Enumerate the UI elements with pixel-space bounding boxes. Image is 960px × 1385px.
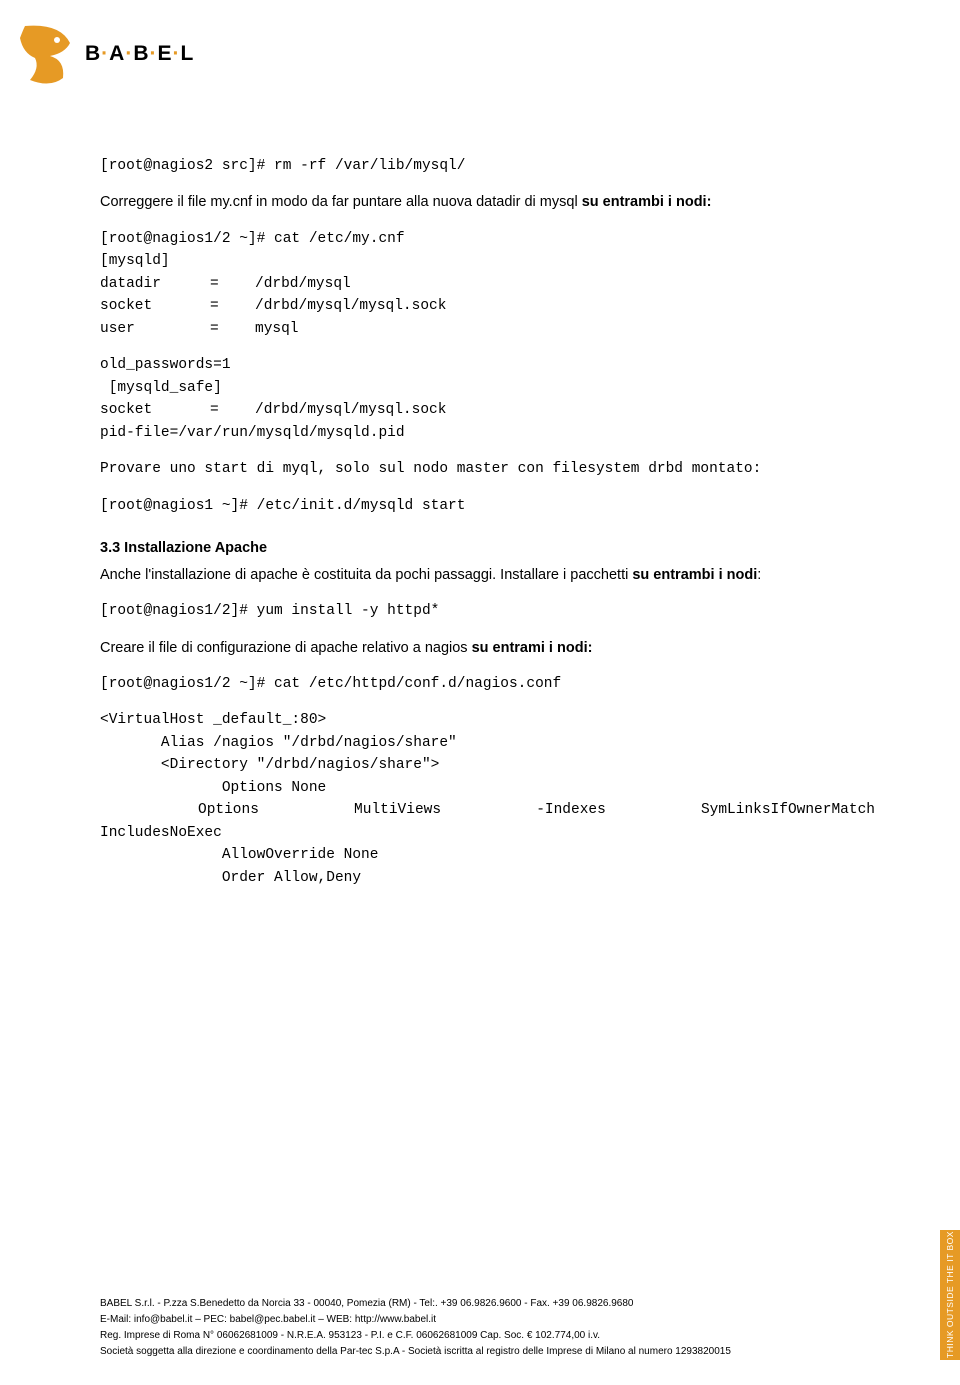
code-line-justified: Options MultiViews -Indexes SymLinksIfOw… [100,799,875,821]
code-line: IncludesNoExec [100,822,875,844]
section-heading: 3.3 Installazione Apache [100,537,875,559]
code-line: [root@nagios1/2 ~]# cat /etc/httpd/conf.… [100,673,875,695]
code-line: old_passwords=1 [100,354,875,376]
paragraph-mono: Provare uno start di myql, solo sul nodo… [100,458,875,480]
config-row: datadir=/drbd/mysql [100,273,875,295]
config-row: socket=/drbd/mysql/mysql.sock [100,295,875,317]
footer-line: BABEL S.r.l. - P.zza S.Benedetto da Norc… [100,1296,875,1311]
logo-fish-icon [15,18,77,90]
paragraph: Correggere il file my.cnf in modo da far… [100,191,875,213]
code-line: <VirtualHost _default_:80> [100,709,875,731]
config-row: user=mysql [100,318,875,340]
logo-text: B·A·B·E·L [85,42,194,66]
code-line: [root@nagios1/2]# yum install -y httpd* [100,600,875,622]
footer-line: Società soggetta alla direzione e coordi… [100,1344,875,1359]
footer-line: Reg. Imprese di Roma N° 06062681009 - N.… [100,1328,875,1343]
paragraph: Anche l'installazione di apache è costit… [100,564,875,586]
logo: B·A·B·E·L [15,18,194,90]
code-line: Order Allow,Deny [100,867,875,889]
code-line: [mysqld] [100,250,875,272]
code-line: [root@nagios2 src]# rm -rf /var/lib/mysq… [100,155,875,177]
footer: BABEL S.r.l. - P.zza S.Benedetto da Norc… [100,1295,875,1360]
side-tab: THINK OUTSIDE THE IT BOX [940,1230,960,1360]
code-line: AllowOverride None [100,844,875,866]
footer-line: E-Mail: info@babel.it – PEC: babel@pec.b… [100,1312,875,1327]
paragraph: Creare il file di configurazione di apac… [100,637,875,659]
code-line: pid-file=/var/run/mysqld/mysqld.pid [100,422,875,444]
document-body: [root@nagios2 src]# rm -rf /var/lib/mysq… [100,155,875,889]
code-line: <Directory "/drbd/nagios/share"> [100,754,875,776]
code-line: Options None [100,777,875,799]
code-line: [mysqld_safe] [100,377,875,399]
code-line: Alias /nagios "/drbd/nagios/share" [100,732,875,754]
code-line: [root@nagios1/2 ~]# cat /etc/my.cnf [100,228,875,250]
config-row: socket=/drbd/mysql/mysql.sock [100,399,875,421]
code-line: [root@nagios1 ~]# /etc/init.d/mysqld sta… [100,495,875,517]
